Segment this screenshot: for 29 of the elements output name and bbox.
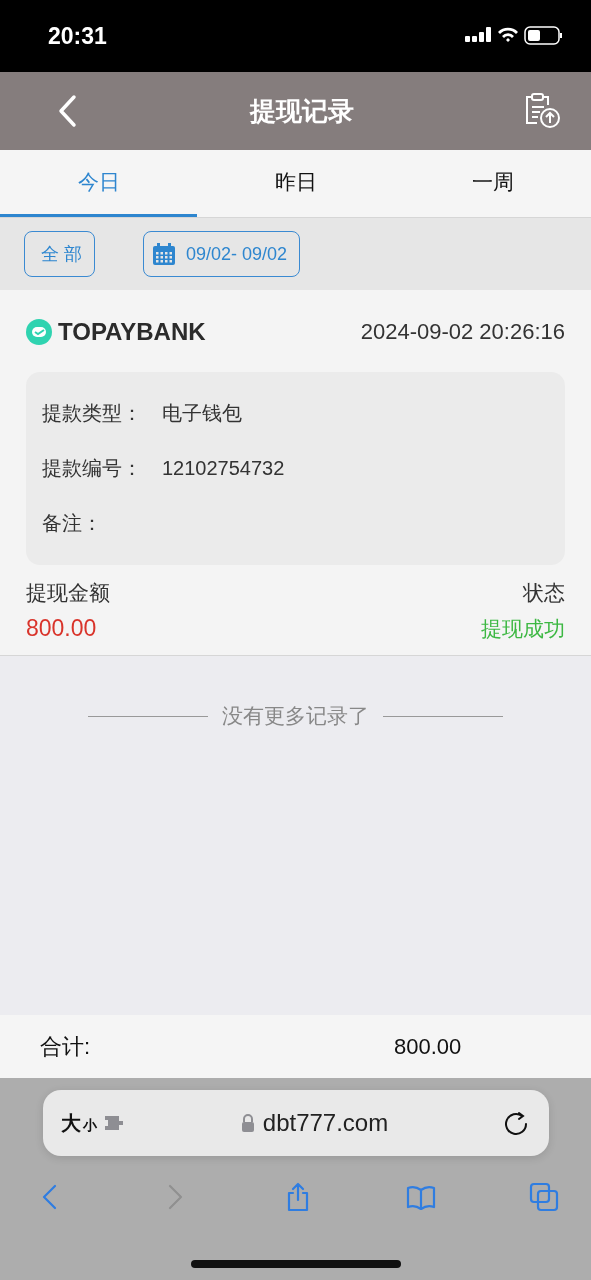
status-value: 提现成功	[481, 616, 565, 642]
detail-value: 电子钱包	[162, 401, 242, 426]
total-value: 800.00	[394, 1033, 462, 1060]
calendar-icon	[152, 242, 176, 266]
clipboard-upload-icon[interactable]	[523, 93, 561, 129]
url-text: dbt777.com	[262, 1109, 389, 1137]
tab[interactable]: 昨日	[197, 150, 394, 217]
tab[interactable]: 一周	[394, 150, 591, 217]
page-title: 提现记录	[249, 94, 354, 128]
address-bar[interactable]: 大小 dbt777.com	[42, 1090, 549, 1156]
detail-label: 提款类型：	[42, 401, 143, 426]
total-label: 合计:	[40, 1032, 92, 1061]
status-time: 20:31	[48, 22, 107, 50]
bank-name: TOPAYBANK	[58, 318, 206, 346]
amount-value: 800.00	[26, 615, 97, 642]
amount-label: 提现金额	[26, 580, 110, 606]
status-label: 状态	[523, 580, 565, 606]
tabs-icon	[528, 1181, 560, 1213]
signal-icon	[465, 27, 491, 42]
end-of-list-note: 没有更多记录了	[222, 703, 369, 729]
text-size-button[interactable]: 大小	[60, 1109, 97, 1137]
wifi-icon	[498, 27, 518, 42]
detail-value: 12102754732	[162, 457, 285, 480]
battery-icon	[524, 26, 562, 45]
detail-label: 提款编号：	[42, 456, 143, 481]
detail-label: 备注：	[42, 511, 103, 536]
bank-logo-icon	[26, 319, 52, 345]
lock-icon	[240, 1113, 255, 1133]
record-time: 2024-09-02 20:26:16	[360, 319, 565, 345]
